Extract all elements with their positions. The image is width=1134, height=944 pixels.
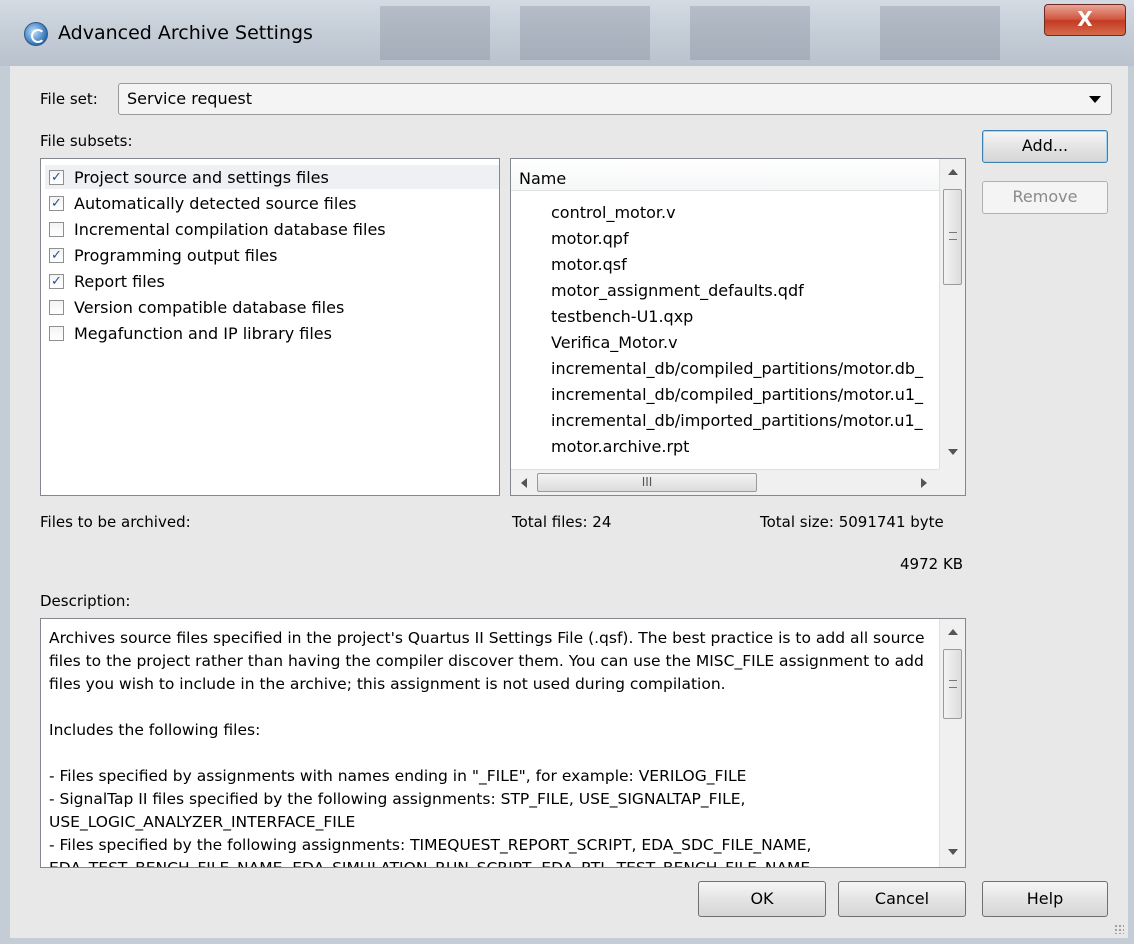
checkbox-checked-icon[interactable]: ✓ [49,169,64,185]
subset-item[interactable]: Version compatible database files [49,295,499,319]
file-list-item[interactable]: motor.qsf [551,255,627,274]
checkbox-checked-icon[interactable]: ✓ [49,273,64,289]
window-frame-bottom [0,938,1134,944]
total-files: Total files: 24 [512,513,612,531]
window-frame-left [0,66,10,944]
subset-label: Automatically detected source files [74,193,357,213]
file-list-item[interactable]: motor.archive.rpt [551,437,689,456]
subset-label: Megafunction and IP library files [74,323,332,343]
app-icon [24,22,48,46]
file-list-vertical-scrollbar[interactable] [939,159,965,469]
scroll-thumb[interactable] [943,649,962,719]
grip-icon [949,680,957,688]
file-list-item[interactable]: control_motor.v [551,203,676,222]
file-subsets-list[interactable]: ✓ Project source and settings files ✓ Au… [40,158,500,496]
scroll-up-arrow-icon[interactable] [948,629,958,635]
files-to-be-archived-label: Files to be archived: [40,513,191,531]
file-list-item[interactable]: motor_assignment_defaults.qdf [551,281,804,300]
subset-item[interactable]: ✓ Report files [49,269,499,293]
watermark-block [520,6,650,60]
subset-item[interactable]: Megafunction and IP library files [49,321,499,345]
checkbox-unchecked-icon[interactable] [49,299,64,315]
description-text: Archives source files specified in the p… [49,629,925,868]
subset-label: Programming output files [74,245,278,265]
resize-grip-icon[interactable] [1114,924,1124,934]
title-bar[interactable]: Advanced Archive Settings X [0,0,1134,66]
file-subsets-label: File subsets: [40,132,133,150]
close-button[interactable]: X [1044,4,1126,36]
file-list-item[interactable]: incremental_db/compiled_partitions/motor… [551,359,923,378]
watermark-block [380,6,490,60]
description-label: Description: [40,592,131,610]
add-button[interactable]: Add... [982,130,1108,163]
file-set-label: File set: [40,90,98,108]
file-list-item[interactable]: motor.qpf [551,229,629,248]
scroll-down-arrow-icon[interactable] [948,449,958,455]
remove-button[interactable]: Remove [982,181,1108,214]
window-title: Advanced Archive Settings [58,22,313,44]
total-kb: 4972 KB [900,555,964,573]
column-header-name[interactable]: Name [511,159,939,191]
dropdown-arrow-icon [1089,96,1101,103]
file-list-item[interactable]: testbench-U1.qxp [551,307,693,326]
window-frame-right [1128,66,1134,944]
scroll-thumb[interactable]: III [537,473,757,492]
file-list-horizontal-scrollbar[interactable]: III [511,469,939,495]
description-vertical-scrollbar[interactable] [939,619,965,867]
watermark-block [690,6,810,60]
subset-item[interactable]: ✓ Programming output files [49,243,499,267]
subset-label: Project source and settings files [74,167,329,187]
subset-label: Incremental compilation database files [74,219,386,239]
checkbox-unchecked-icon[interactable] [49,221,64,237]
scroll-thumb[interactable] [943,189,962,285]
file-set-value: Service request [127,89,253,108]
subset-item[interactable]: ✓ Project source and settings files [45,165,499,189]
cancel-button[interactable]: Cancel [838,881,966,917]
subset-item[interactable]: Incremental compilation database files [49,217,499,241]
file-list-item[interactable]: incremental_db/imported_partitions/motor… [551,411,923,430]
checkbox-unchecked-icon[interactable] [49,325,64,341]
scroll-up-arrow-icon[interactable] [948,169,958,175]
scroll-down-arrow-icon[interactable] [948,849,958,855]
scrollbar-corner [939,469,965,495]
grip-icon [949,232,957,240]
help-button[interactable]: Help [982,881,1108,917]
scroll-left-arrow-icon[interactable] [521,478,527,488]
file-list-item[interactable]: incremental_db/compiled_partitions/motor… [551,385,923,404]
subset-label: Version compatible database files [74,297,345,317]
scroll-right-arrow-icon[interactable] [921,478,927,488]
watermark-block [880,6,1000,60]
total-size: Total size: 5091741 byte [760,513,944,531]
checkbox-checked-icon[interactable]: ✓ [49,247,64,263]
file-list-item[interactable]: Verifica_Motor.v [551,333,678,352]
subset-item[interactable]: ✓ Automatically detected source files [49,191,499,215]
file-set-dropdown[interactable]: Service request [118,83,1112,115]
checkbox-checked-icon[interactable]: ✓ [49,195,64,211]
description-box[interactable]: Archives source files specified in the p… [40,618,966,868]
subset-label: Report files [74,271,165,291]
ok-button[interactable]: OK [698,881,826,917]
file-list[interactable]: Name control_motor.v motor.qpf motor.qsf… [510,158,966,496]
